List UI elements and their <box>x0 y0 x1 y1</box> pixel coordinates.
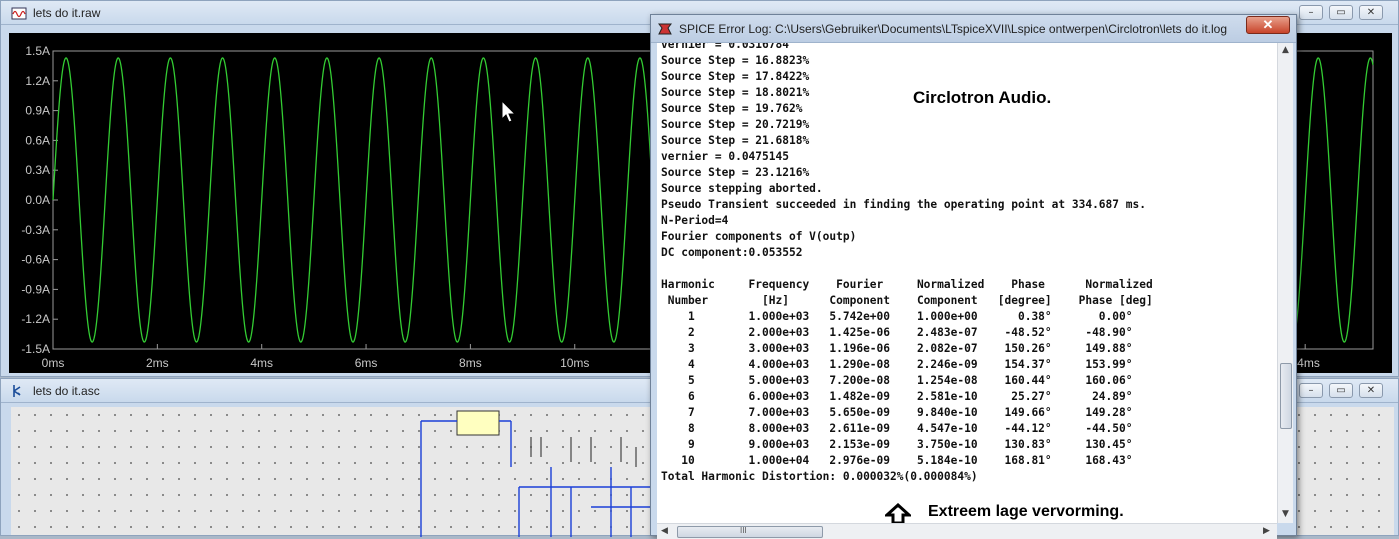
log-line: 3 3.000e+03 1.196e-06 2.082e-07 150.26° … <box>661 342 1133 355</box>
log-titlebar[interactable]: SPICE Error Log: C:\Users\Gebruiker\Docu… <box>651 15 1296 43</box>
x-tick-label: 0ms <box>42 356 65 370</box>
log-horizontal-scroll-thumb[interactable]: III <box>677 526 823 538</box>
log-line: 9 9.000e+03 2.153e-09 3.750e-10 130.83° … <box>661 438 1133 451</box>
y-tick-label: 0.3A <box>25 163 50 177</box>
log-line: 4 4.000e+03 1.290e-08 2.246e-09 154.37° … <box>661 358 1133 371</box>
hscroll-grip: III <box>740 526 747 535</box>
log-vertical-scrollbar[interactable]: ▲ ▼ <box>1277 43 1293 523</box>
log-line: vernier = 0.0475145 <box>661 150 789 163</box>
schematic-app-icon <box>13 385 21 397</box>
waveform-app-icon <box>11 7 27 20</box>
log-line: Source Step = 18.8021% <box>661 86 810 99</box>
log-line: 1 1.000e+03 5.742e+00 1.000e+00 0.38° 0.… <box>661 310 1133 323</box>
x-tick-label: 2ms <box>146 356 169 370</box>
mouse-cursor-icon <box>501 99 517 123</box>
x-tick-label: 10ms <box>560 356 589 370</box>
scroll-right-arrow-icon[interactable]: ▶ <box>1263 526 1270 536</box>
y-tick-label: 0.6A <box>25 133 50 147</box>
log-line: 2 2.000e+03 1.425e-06 2.483e-07 -48.52° … <box>661 326 1133 339</box>
scroll-up-arrow-icon[interactable]: ▲ <box>1282 45 1289 55</box>
log-content: vernier = 0.0316784 Source Step = 16.8823… <box>661 43 1153 485</box>
log-line: 6 6.000e+03 1.482e-09 2.581e-10 25.27° 2… <box>661 390 1133 403</box>
log-line: 8 8.000e+03 2.611e-09 4.547e-10 -44.12° … <box>661 422 1133 435</box>
y-tick-label: 1.5A <box>25 44 50 58</box>
y-tick-label: 0.9A <box>25 104 50 118</box>
y-tick-label: -0.3A <box>21 223 50 237</box>
x-tick-label: 6ms <box>355 356 378 370</box>
log-text-area[interactable]: vernier = 0.0316784 Source Step = 16.8823… <box>657 43 1277 523</box>
log-line: Number [Hz] Component Component [degree]… <box>661 294 1153 307</box>
up-arrow-icon <box>885 503 911 523</box>
spice-error-log-window: SPICE Error Log: C:\Users\Gebruiker\Docu… <box>650 14 1297 539</box>
log-line: Fourier components of V(outp) <box>661 230 857 243</box>
scroll-down-arrow-icon[interactable]: ▼ <box>1282 509 1289 519</box>
minimize-button[interactable]: – <box>1299 5 1323 20</box>
log-line: Source Step = 21.6818% <box>661 134 810 147</box>
log-line: Pseudo Transient succeeded in finding th… <box>661 198 1146 211</box>
log-line: Source Step = 20.7219% <box>661 118 810 131</box>
log-line: Source stepping aborted. <box>661 182 823 195</box>
close-button[interactable]: ✕ <box>1359 5 1383 20</box>
schematic-minimize-button[interactable]: – <box>1299 383 1323 398</box>
log-line: Source Step = 17.8422% <box>661 70 810 83</box>
log-horizontal-scrollbar[interactable]: ◀ III ▶ <box>657 523 1277 539</box>
waveform-window-title: lets do it.raw <box>33 6 101 20</box>
log-line: DC component:0.053552 <box>661 246 803 259</box>
y-tick-label: 0.0A <box>25 193 50 207</box>
schematic-circuit-drawing <box>420 410 651 537</box>
log-line: Source Step = 16.8823% <box>661 54 810 67</box>
spice-log-icon <box>658 23 672 35</box>
y-tick-label: -0.9A <box>21 282 50 296</box>
schematic-maximize-button[interactable]: ▭ <box>1329 383 1353 398</box>
y-tick-label: -1.5A <box>21 342 50 356</box>
maximize-button[interactable]: ▭ <box>1329 5 1353 20</box>
log-line: Total Harmonic Distortion: 0.000032%(0.0… <box>661 470 978 483</box>
y-tick-label: -0.6A <box>21 253 50 267</box>
log-line: Harmonic Frequency Fourier Normalized Ph… <box>661 278 1153 291</box>
log-line: 5 5.000e+03 7.200e-08 1.254e-08 160.44° … <box>661 374 1133 387</box>
y-tick-label: 1.2A <box>25 74 50 88</box>
x-tick-label: 8ms <box>459 356 482 370</box>
log-vertical-scroll-thumb[interactable] <box>1280 363 1292 429</box>
log-line: Source Step = 23.1216% <box>661 166 810 179</box>
x-tick-label: 4ms <box>250 356 273 370</box>
log-line: vernier = 0.0316784 <box>661 43 789 51</box>
log-line: 7 7.000e+03 5.650e-09 9.840e-10 149.66° … <box>661 406 1133 419</box>
log-line: N-Period=4 <box>661 214 729 227</box>
log-line: Source Step = 19.762% <box>661 102 803 115</box>
log-window-title: SPICE Error Log: C:\Users\Gebruiker\Docu… <box>679 22 1228 36</box>
annotation-title: Circlotron Audio. <box>913 88 1052 107</box>
log-close-button[interactable]: ✕ <box>1246 16 1290 34</box>
annotation-note: Extreem lage vervorming. <box>928 503 1124 520</box>
scroll-left-arrow-icon[interactable]: ◀ <box>661 526 668 536</box>
schematic-window-title: lets do it.asc <box>33 384 100 398</box>
schematic-close-button[interactable]: ✕ <box>1359 383 1383 398</box>
y-tick-label: -1.2A <box>21 312 50 326</box>
log-line: 10 1.000e+04 2.976e-09 5.184e-10 168.81°… <box>661 454 1133 467</box>
